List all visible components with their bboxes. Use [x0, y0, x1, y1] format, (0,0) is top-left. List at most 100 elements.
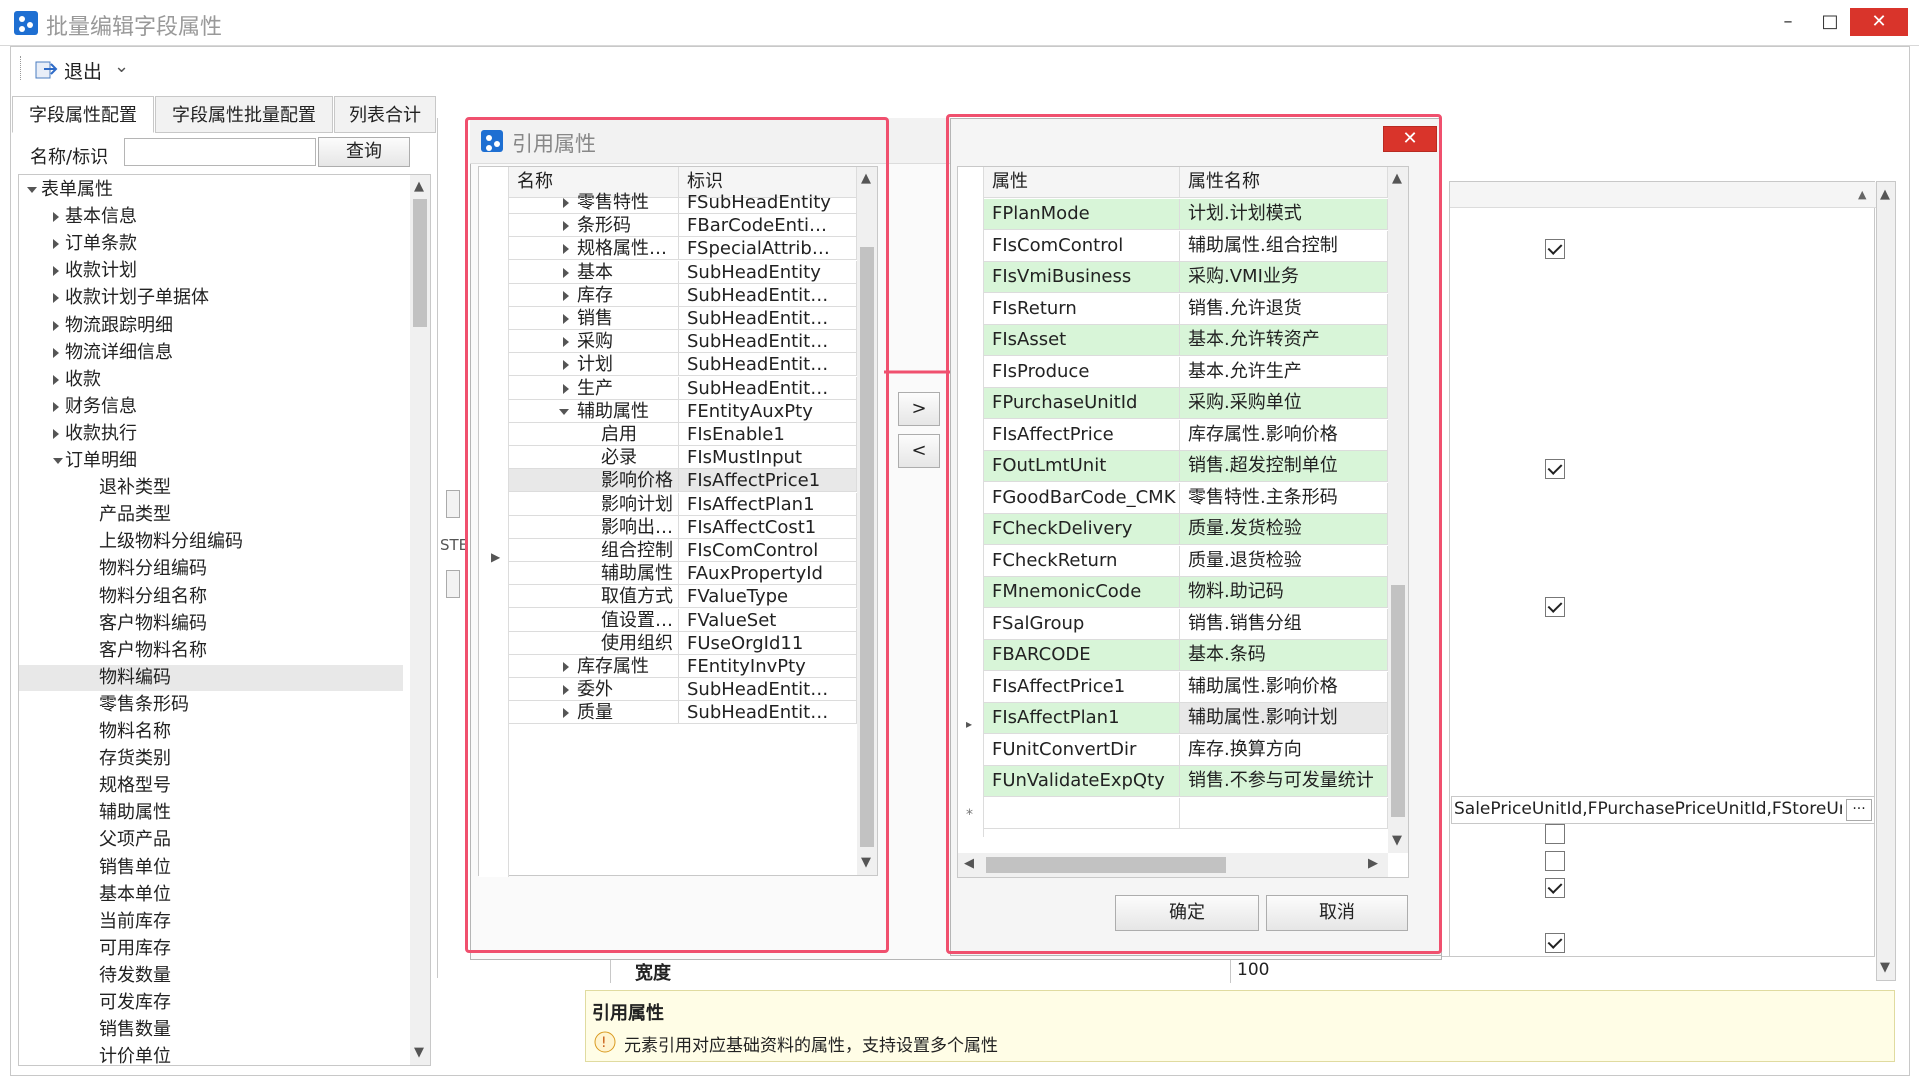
tree-leaf[interactable]: 父项产品	[19, 827, 403, 853]
tree-group[interactable]: 财务信息	[19, 394, 403, 420]
width-value[interactable]: 100	[1230, 957, 1269, 983]
tree-leaf[interactable]: 上级物料分组编码	[19, 529, 403, 555]
tree-leaf[interactable]: 物料名称	[19, 719, 403, 745]
property-checkbox[interactable]	[1545, 851, 1565, 871]
tree-label: 存货类别	[99, 748, 171, 770]
tree-group[interactable]: 订单明细	[19, 448, 403, 474]
tree-leaf[interactable]: 可发库存	[19, 990, 403, 1016]
tree-label: 客户物料编码	[99, 612, 207, 634]
tree-leaf[interactable]: 计价单位	[19, 1044, 403, 1066]
move-right-button[interactable]: >	[898, 392, 940, 426]
tree-leaf[interactable]: 物料编码	[19, 664, 403, 691]
tree-leaf[interactable]: 可用库存	[19, 936, 403, 962]
tree-leaf[interactable]: 产品类型	[19, 502, 403, 528]
tree-leaf[interactable]: 退补类型	[19, 475, 403, 501]
collapse-icon[interactable]	[27, 187, 37, 193]
width-label: 宽度	[635, 963, 671, 984]
tree-root[interactable]: 表单属性	[19, 177, 403, 203]
expand-icon[interactable]	[53, 212, 59, 223]
toolbar-grip	[20, 56, 22, 80]
tree-label: 计价单位	[99, 1046, 171, 1066]
property-checkbox[interactable]	[1545, 597, 1565, 617]
reference-value-field[interactable]: SalePriceUnitId,FPurchasePriceUnitId,FSt…	[1451, 796, 1875, 824]
property-checkbox[interactable]	[1545, 239, 1565, 259]
tree-leaf[interactable]: 基本单位	[19, 882, 403, 908]
tree-leaf[interactable]: 客户物料编码	[19, 611, 403, 637]
tree-label: 销售数量	[99, 1019, 171, 1041]
tree-group[interactable]: 收款计划	[19, 258, 403, 284]
tree-label: 零售条形码	[99, 693, 189, 715]
tab-batch-config[interactable]: 字段属性批量配置	[155, 96, 333, 133]
tree-label: 表单属性	[41, 179, 113, 200]
tree-scroll-thumb[interactable]	[413, 199, 427, 327]
help-panel: 引用属性 ! 元素引用对应基础资料的属性，支持设置多个属性	[585, 990, 1895, 1062]
tree-group[interactable]: 收款计划子单据体	[19, 285, 403, 311]
close-window-button[interactable]: ✕	[1850, 8, 1908, 36]
expand-icon[interactable]	[53, 374, 59, 385]
expand-icon[interactable]	[53, 347, 59, 358]
highlight-right	[946, 114, 1442, 954]
property-checkbox[interactable]	[1545, 824, 1565, 844]
scroll-up-icon[interactable]: ▲	[1880, 187, 1890, 202]
tree-leaf[interactable]: 物料分组编码	[19, 556, 403, 582]
property-checkbox[interactable]	[1545, 878, 1565, 898]
tree-label: 辅助属性	[99, 802, 171, 824]
title-bar: 批量编辑字段属性 – □ ✕	[0, 0, 1919, 46]
scroll-down-icon[interactable]: ▼	[414, 1045, 424, 1060]
tree-label: 产品类型	[99, 504, 171, 526]
tree-label: 销售单位	[99, 856, 171, 878]
tree-label: 物流详细信息	[65, 341, 173, 363]
ellipsis-button[interactable]: ···	[1846, 799, 1872, 821]
tree-group[interactable]: 收款执行	[19, 421, 403, 447]
tree-group[interactable]: 基本信息	[19, 204, 403, 230]
tree-label: 物料分组名称	[99, 585, 207, 607]
tree-leaf[interactable]: 当前库存	[19, 909, 403, 935]
tree-leaf[interactable]: 销售单位	[19, 855, 403, 881]
expand-icon[interactable]	[53, 239, 59, 250]
tab-field-config[interactable]: 字段属性配置	[12, 96, 154, 133]
scroll-down-icon[interactable]: ▼	[1880, 960, 1890, 975]
tree-label: 物料编码	[99, 666, 171, 688]
tab-list-total[interactable]: 列表合计	[334, 96, 436, 133]
property-grid-header	[1450, 182, 1876, 208]
tree-label: 财务信息	[65, 395, 137, 417]
expand-icon[interactable]	[53, 320, 59, 331]
exit-button[interactable]: 退出	[64, 57, 102, 84]
tree-label: 可用库存	[99, 937, 171, 959]
tree-leaf[interactable]: 客户物料名称	[19, 638, 403, 664]
tree-scrollbar[interactable]: ▲ ▼	[410, 175, 430, 1065]
move-left-button[interactable]: <	[898, 434, 940, 468]
scroll-up-icon[interactable]: ▲	[414, 179, 424, 194]
property-scrollbar[interactable]: ▲ ▼	[1876, 181, 1896, 981]
search-button[interactable]: 查询	[318, 137, 410, 167]
tree-label: 收款	[65, 368, 101, 390]
collapse-icon[interactable]	[53, 458, 63, 464]
expand-icon[interactable]	[53, 401, 59, 412]
expand-icon[interactable]	[53, 293, 59, 304]
side-button[interactable]	[446, 490, 460, 518]
tree-group[interactable]: 收款	[19, 367, 403, 393]
tree-leaf[interactable]: 辅助属性	[19, 800, 403, 826]
tree-label: 待发数量	[99, 964, 171, 986]
minimize-button[interactable]: –	[1768, 8, 1808, 36]
tree-group[interactable]: 订单条款	[19, 231, 403, 257]
field-tree[interactable]: 表单属性基本信息 订单条款 收款计划 收款计划子单据体 物流跟踪明细 物流详细信息 收款财务…	[18, 174, 431, 1066]
exit-dropdown-icon[interactable]: ⌄	[114, 56, 129, 77]
tree-leaf[interactable]: 待发数量	[19, 963, 403, 989]
property-checkbox[interactable]	[1545, 933, 1565, 953]
side-button[interactable]	[446, 570, 460, 598]
tree-leaf[interactable]: 零售条形码	[19, 692, 403, 718]
tree-group[interactable]: 物流跟踪明细	[19, 313, 403, 339]
tree-leaf[interactable]: 规格型号	[19, 773, 403, 799]
expand-icon[interactable]	[53, 428, 59, 439]
expand-icon[interactable]	[53, 266, 59, 277]
maximize-button[interactable]: □	[1810, 8, 1850, 36]
tree-leaf[interactable]: 物料分组名称	[19, 584, 403, 610]
tree-group[interactable]: 物流详细信息	[19, 340, 403, 366]
tree-label: 物料分组编码	[99, 558, 207, 580]
property-checkbox[interactable]	[1545, 459, 1565, 479]
search-input[interactable]	[124, 138, 316, 166]
tree-leaf[interactable]: 销售数量	[19, 1017, 403, 1043]
tree-label: 订单明细	[65, 450, 137, 471]
tree-leaf[interactable]: 存货类别	[19, 746, 403, 772]
